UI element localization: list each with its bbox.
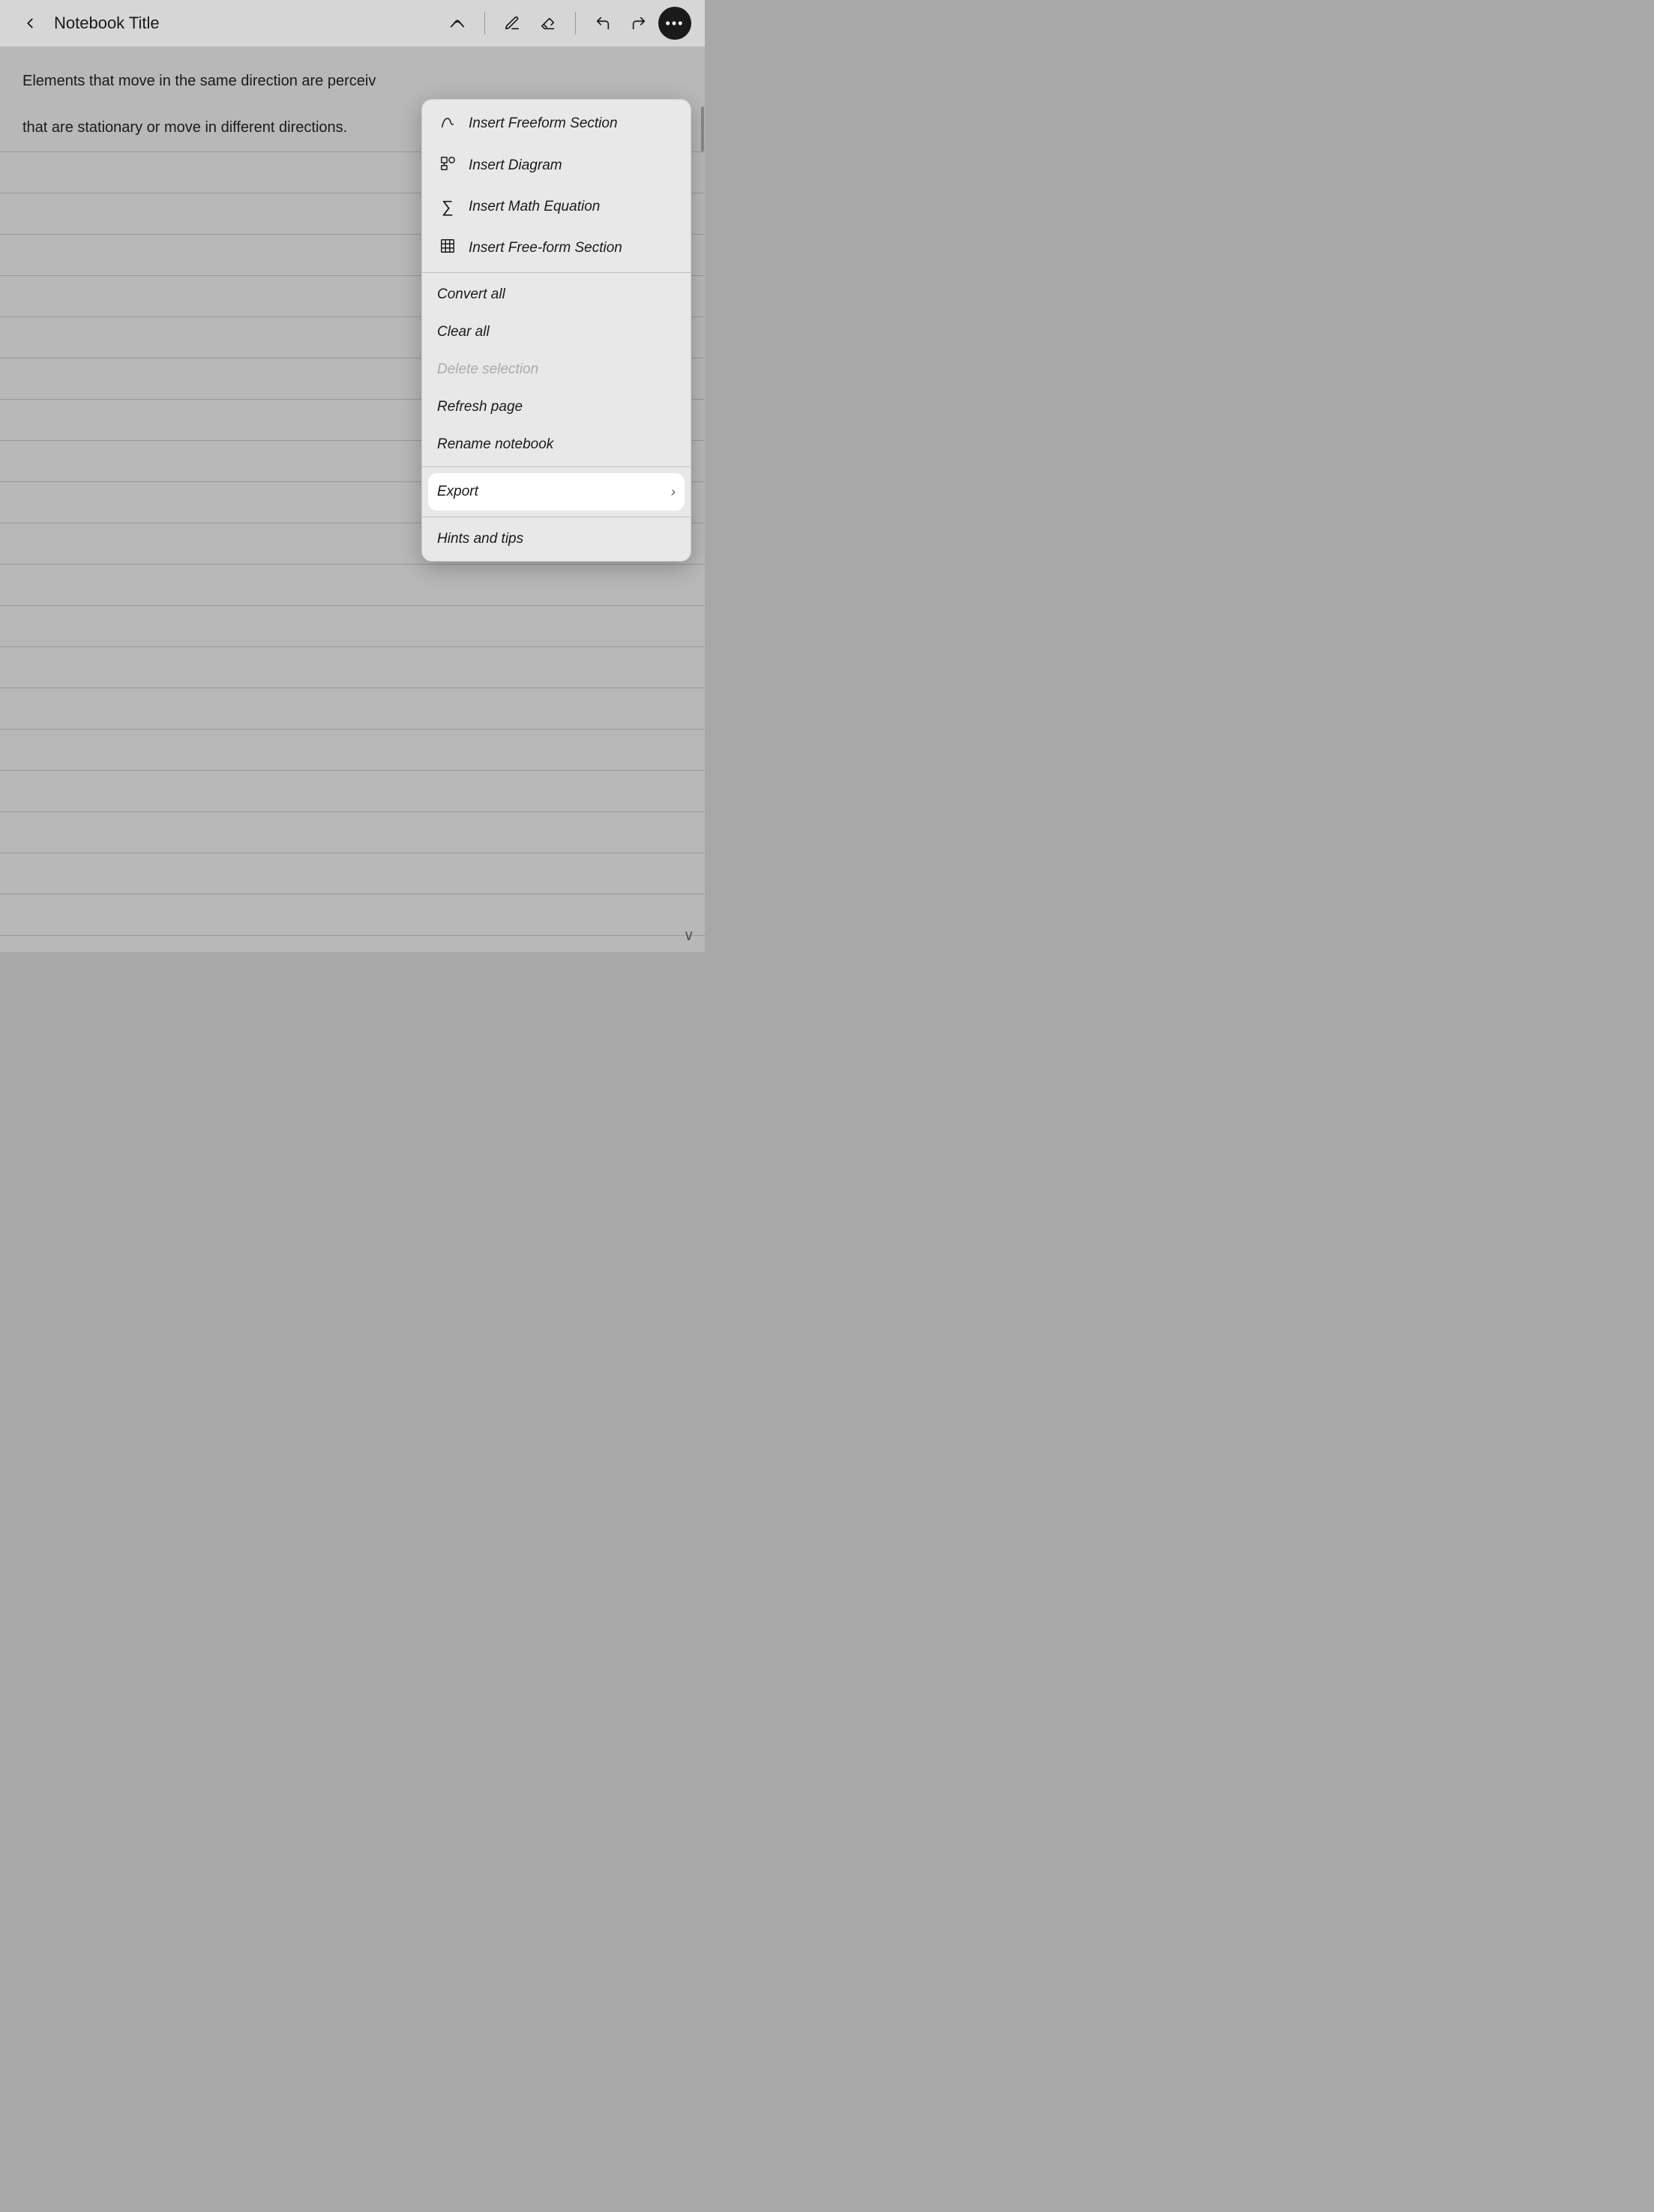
handwriting-icon bbox=[449, 15, 466, 31]
menu-section-hints: Hints and tips bbox=[422, 517, 691, 561]
scroll-indicator[interactable] bbox=[700, 46, 705, 952]
redo-icon bbox=[631, 15, 647, 31]
menu-item-clear-all[interactable]: Clear all bbox=[422, 313, 691, 351]
back-icon bbox=[22, 15, 38, 31]
scroll-thumb bbox=[701, 106, 704, 151]
line bbox=[0, 770, 705, 771]
menu-item-rename-notebook-label: Rename notebook bbox=[437, 436, 676, 453]
handwriting-button[interactable] bbox=[441, 7, 474, 40]
notebook-title: Notebook Title bbox=[54, 13, 160, 33]
line bbox=[0, 894, 705, 895]
scroll-down-chevron[interactable]: ∨ bbox=[683, 926, 694, 945]
menu-item-convert-all-label: Convert all bbox=[437, 286, 676, 303]
toolbar-center: ••• bbox=[441, 7, 691, 40]
menu-item-insert-diagram-label: Insert Diagram bbox=[469, 157, 676, 174]
freeform-icon bbox=[437, 113, 458, 134]
line bbox=[0, 935, 705, 936]
line bbox=[0, 605, 705, 606]
more-icon: ••• bbox=[666, 16, 685, 31]
menu-item-insert-freeform-section-label: Insert Free-form Section bbox=[469, 240, 676, 256]
menu-item-delete-selection: Delete selection bbox=[422, 351, 691, 388]
eraser-icon bbox=[540, 15, 556, 31]
menu-item-hints-tips[interactable]: Hints and tips bbox=[422, 520, 691, 558]
toolbar: Notebook Title bbox=[0, 0, 705, 46]
sigma-icon: ∑ bbox=[437, 197, 458, 217]
menu-item-refresh-page[interactable]: Refresh page bbox=[422, 388, 691, 426]
menu-item-insert-math-label: Insert Math Equation bbox=[469, 199, 676, 215]
menu-item-insert-freeform[interactable]: Insert Freeform Section bbox=[422, 103, 691, 145]
menu-section-export: Export › bbox=[422, 467, 691, 517]
pen-icon bbox=[504, 15, 520, 31]
menu-item-delete-selection-label: Delete selection bbox=[437, 361, 676, 378]
notebook-area: Elements that move in the same direction… bbox=[0, 46, 705, 952]
notebook-text-line1: Elements that move in the same direction… bbox=[22, 69, 427, 93]
toolbar-divider-1 bbox=[484, 12, 485, 34]
notebook-text-line2: that are stationary or move in different… bbox=[22, 115, 427, 139]
more-button[interactable]: ••• bbox=[658, 7, 691, 40]
eraser-button[interactable] bbox=[532, 7, 565, 40]
menu-item-clear-all-label: Clear all bbox=[437, 324, 676, 340]
menu-item-insert-math[interactable]: ∑ Insert Math Equation bbox=[422, 187, 691, 227]
line bbox=[0, 564, 705, 565]
pen-button[interactable] bbox=[496, 7, 529, 40]
menu-item-rename-notebook[interactable]: Rename notebook bbox=[422, 426, 691, 463]
redo-button[interactable] bbox=[622, 7, 655, 40]
menu-item-export-label: Export bbox=[437, 484, 661, 500]
menu-section-insert: Insert Freeform Section Insert Diagram ∑… bbox=[422, 100, 691, 272]
menu-item-insert-diagram[interactable]: Insert Diagram bbox=[422, 145, 691, 187]
menu-item-refresh-page-label: Refresh page bbox=[437, 399, 676, 415]
line bbox=[0, 729, 705, 730]
chevron-right-icon: › bbox=[671, 484, 676, 500]
menu-item-insert-freeform-section[interactable]: Insert Free-form Section bbox=[422, 227, 691, 269]
undo-icon bbox=[595, 15, 611, 31]
menu-item-hints-tips-label: Hints and tips bbox=[437, 531, 676, 547]
back-button[interactable] bbox=[13, 7, 46, 40]
menu-item-insert-freeform-label: Insert Freeform Section bbox=[469, 115, 676, 132]
line bbox=[0, 646, 705, 647]
grid-icon bbox=[437, 238, 458, 259]
diagram-icon bbox=[437, 155, 458, 176]
menu-section-actions: Convert all Clear all Delete selection R… bbox=[422, 273, 691, 466]
menu-item-convert-all[interactable]: Convert all bbox=[422, 276, 691, 313]
undo-button[interactable] bbox=[586, 7, 619, 40]
toolbar-divider-2 bbox=[575, 12, 576, 34]
toolbar-left: Notebook Title bbox=[13, 7, 441, 40]
dropdown-menu: Insert Freeform Section Insert Diagram ∑… bbox=[421, 99, 691, 562]
menu-item-export[interactable]: Export › bbox=[428, 473, 685, 511]
line bbox=[0, 811, 705, 812]
